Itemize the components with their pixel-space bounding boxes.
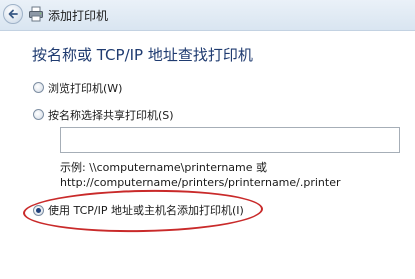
radio-browse-printers[interactable] xyxy=(33,82,44,93)
radio-browse-printers-label[interactable]: 浏览打印机(W) xyxy=(48,80,122,96)
window-title: 添加打印机 xyxy=(48,9,109,23)
example-line-1: 示例: \\computername\printername 或 xyxy=(60,161,268,174)
red-highlight-annotation xyxy=(22,187,264,235)
example-text: 示例: \\computername\printername 或 http://… xyxy=(60,160,341,190)
radio-select-shared-printer[interactable] xyxy=(33,109,44,120)
example-line-2: http://computername/printers/printername… xyxy=(60,176,341,189)
shared-printer-name-input[interactable] xyxy=(60,127,400,153)
back-button[interactable] xyxy=(3,4,23,24)
title-bar: 添加打印机 xyxy=(0,0,415,31)
page-heading: 按名称或 TCP/IP 地址查找打印机 xyxy=(32,46,253,64)
radio-select-shared-printer-label[interactable]: 按名称选择共享打印机(S) xyxy=(48,107,174,123)
back-arrow-icon xyxy=(8,9,18,19)
printer-icon xyxy=(29,6,43,22)
